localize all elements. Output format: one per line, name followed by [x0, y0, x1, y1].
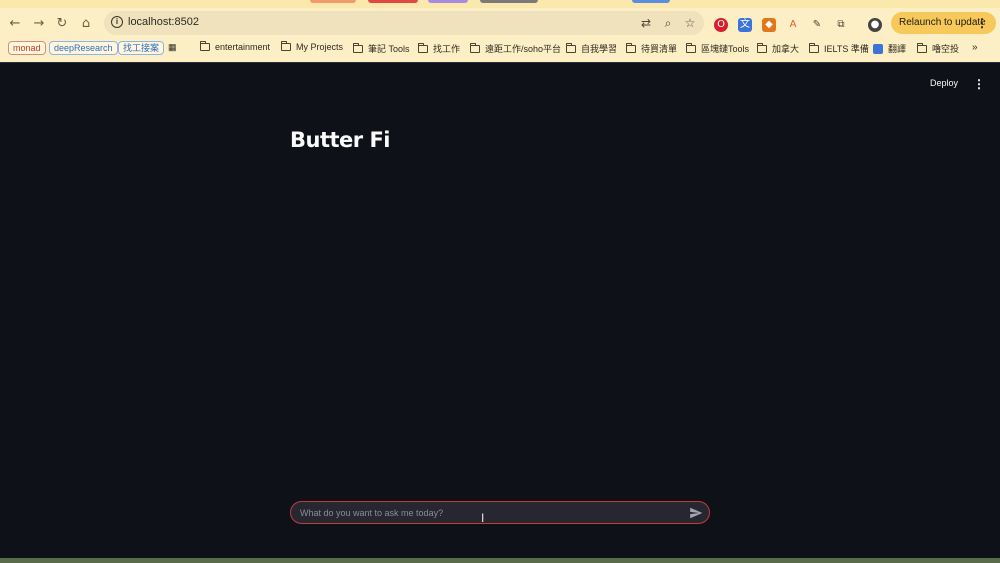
- folder-icon: [566, 42, 576, 53]
- back-icon[interactable]: ←: [6, 16, 24, 31]
- bookmark-folder[interactable]: 待買清單: [626, 42, 677, 55]
- folder-icon: [281, 41, 291, 51]
- translate-extension-icon[interactable]: 文: [738, 18, 752, 32]
- translate-icon[interactable]: ⇄: [638, 15, 654, 31]
- send-icon[interactable]: [689, 506, 703, 520]
- bookmarks-bar: monad deepResearch 找工接案 ▦ entertainment …: [0, 38, 1000, 62]
- address-bar[interactable]: i localhost:8502 ⇄ ⌕ ☆: [104, 11, 704, 35]
- bookmark-folder[interactable]: 自我學習: [566, 42, 617, 55]
- bookmark-folder[interactable]: 找工作: [418, 42, 460, 55]
- folder-icon: [200, 41, 210, 51]
- tab-indicator[interactable]: [632, 0, 670, 3]
- apps-grid-icon[interactable]: ▦: [168, 42, 177, 53]
- profile-avatar[interactable]: ●: [868, 18, 882, 32]
- translate-icon: [873, 43, 883, 54]
- more-menu-icon[interactable]: ⋮: [976, 12, 988, 34]
- folder-icon: [353, 42, 363, 53]
- bookmark-star-icon[interactable]: ☆: [682, 15, 698, 31]
- chat-input[interactable]: [300, 506, 670, 520]
- relaunch-button[interactable]: Relaunch to update ⋮: [891, 12, 996, 34]
- tab-indicator[interactable]: [368, 0, 418, 3]
- bookmark-folder[interactable]: 加拿大: [757, 42, 799, 55]
- desktop-edge: [0, 558, 1000, 563]
- app-menu-icon[interactable]: ⋮: [973, 77, 985, 91]
- text-cursor-icon: I: [481, 511, 485, 525]
- bookmark-folder[interactable]: 區塊鏈Tools: [686, 42, 749, 55]
- extension-a-icon[interactable]: A: [786, 18, 800, 32]
- streamlit-app: Deploy ⋮ Butter Fi I: [0, 62, 1000, 559]
- opera-extension-icon[interactable]: O: [714, 18, 728, 32]
- bookmark-chip[interactable]: 找工接案: [118, 41, 165, 55]
- tab-strip: [0, 0, 1000, 8]
- relaunch-label: Relaunch to update: [899, 17, 986, 28]
- bookmark-translate[interactable]: 翻譯: [873, 42, 906, 55]
- folder-icon: [686, 42, 696, 53]
- bookmark-folder[interactable]: 筆記 Tools: [353, 42, 410, 55]
- bookmarks-overflow-icon[interactable]: »: [972, 42, 978, 53]
- extension-pen-icon[interactable]: ✎: [810, 18, 824, 32]
- folder-icon: [418, 42, 428, 53]
- bookmark-folder[interactable]: IELTS 準備: [809, 42, 869, 55]
- reload-icon[interactable]: ↻: [53, 16, 71, 31]
- url-text[interactable]: localhost:8502: [128, 16, 199, 28]
- home-icon[interactable]: ⌂: [77, 16, 95, 31]
- bookmark-chip[interactable]: deepResearch: [49, 41, 118, 55]
- metamask-extension-icon[interactable]: ◆: [762, 18, 776, 32]
- extensions-puzzle-icon[interactable]: ⧉: [834, 18, 848, 32]
- bookmark-chip[interactable]: monad: [8, 41, 46, 55]
- bookmark-folder[interactable]: My Projects: [281, 41, 343, 52]
- bookmark-folder[interactable]: entertainment: [200, 41, 270, 52]
- folder-icon: [626, 42, 636, 53]
- tab-indicator[interactable]: [310, 0, 356, 3]
- folder-icon: [470, 42, 480, 53]
- tab-indicator[interactable]: [480, 0, 538, 3]
- site-info-icon[interactable]: i: [111, 16, 123, 28]
- browser-toolbar: ← → ↻ ⌂ i localhost:8502 ⇄ ⌕ ☆ O 文 ◆ A ✎…: [0, 8, 1000, 38]
- deploy-button[interactable]: Deploy: [930, 78, 958, 88]
- chat-input-container[interactable]: [290, 501, 710, 524]
- zoom-icon[interactable]: ⌕: [660, 15, 676, 31]
- bookmark-folder[interactable]: 嚕空投: [917, 42, 959, 55]
- bookmark-folder[interactable]: 遠距工作/soho平台: [470, 42, 561, 55]
- folder-icon: [757, 42, 767, 53]
- folder-icon: [917, 42, 927, 53]
- tab-indicator[interactable]: [428, 0, 468, 3]
- forward-icon[interactable]: →: [30, 16, 48, 31]
- folder-icon: [809, 42, 819, 53]
- page-title: Butter Fi: [290, 128, 391, 152]
